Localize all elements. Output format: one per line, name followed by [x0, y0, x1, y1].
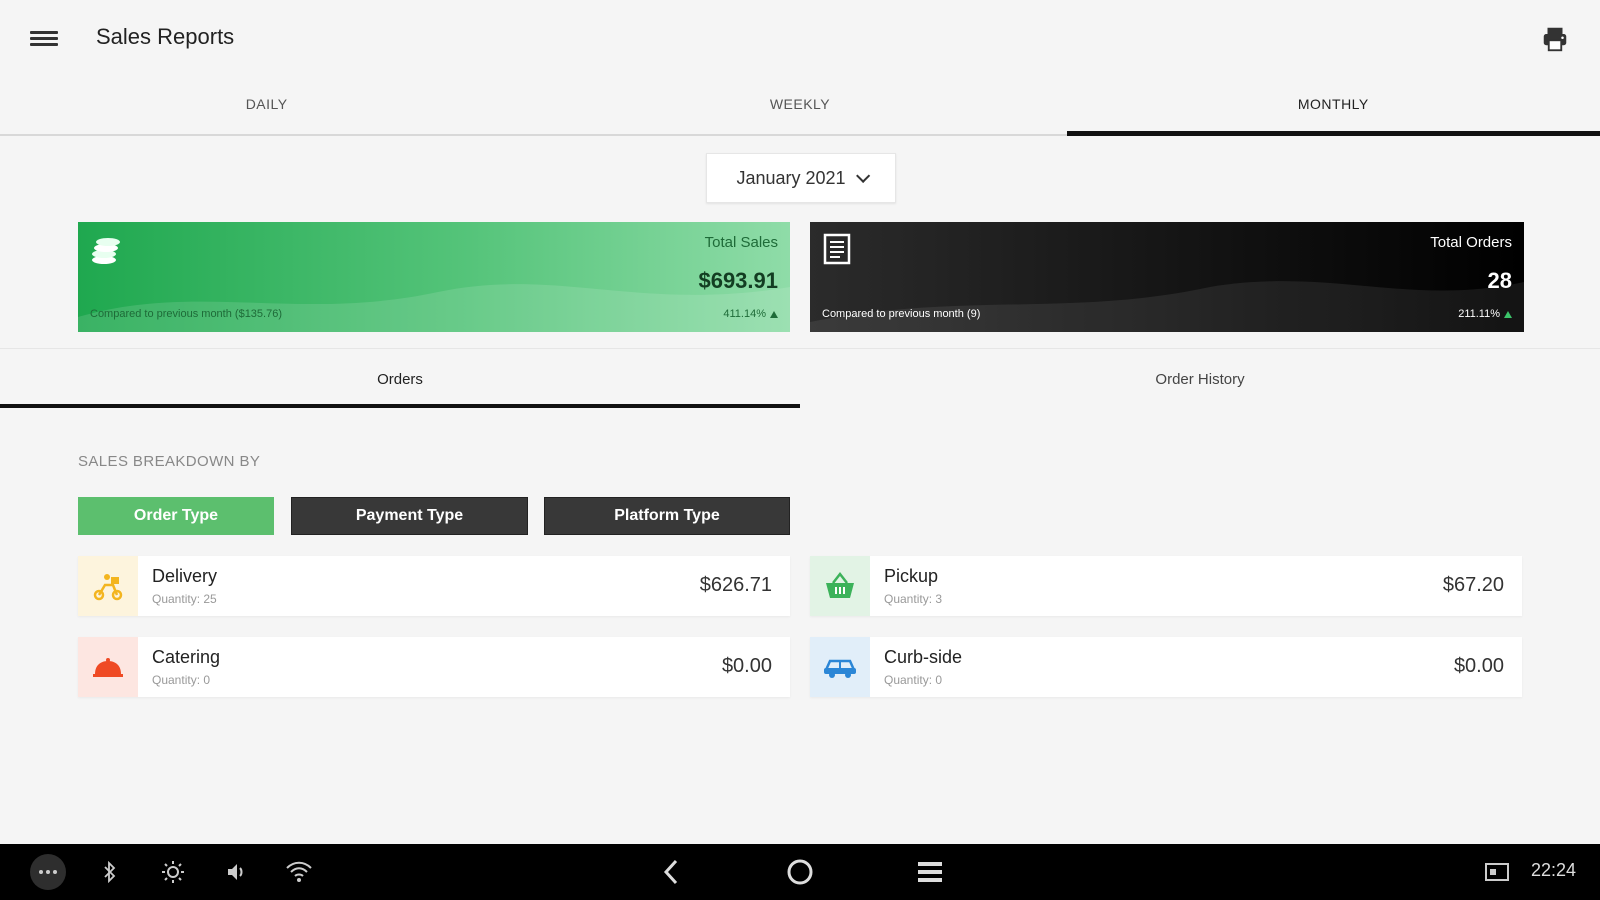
- total-orders-card: Total Orders 28 Compared to previous mon…: [810, 222, 1524, 332]
- tab-weekly[interactable]: WEEKLY: [533, 80, 1066, 134]
- month-dropdown[interactable]: January 2021: [706, 153, 896, 203]
- cloche-icon: [78, 637, 138, 697]
- order-type-curbside[interactable]: Curb-side Quantity: 0 $0.00: [810, 637, 1522, 697]
- basket-icon: [810, 556, 870, 616]
- tab-order-history[interactable]: Order History: [800, 349, 1600, 408]
- total-sales-card: Total Sales $693.91 Compared to previous…: [78, 222, 790, 332]
- wifi-icon[interactable]: [284, 844, 314, 900]
- order-type-name: Delivery: [152, 566, 218, 586]
- screen-icon[interactable]: [1482, 844, 1512, 900]
- total-orders-compare: Compared to previous month (9): [822, 308, 981, 320]
- order-type-delivery[interactable]: Delivery Quantity: 25 $626.71: [78, 556, 790, 616]
- wave-decoration: [810, 281, 1524, 332]
- total-orders-value: 28: [1487, 268, 1512, 293]
- up-arrow-icon: [770, 310, 778, 318]
- order-type-quantity: Quantity: 25: [152, 592, 217, 606]
- total-sales-label: Total Sales: [704, 234, 778, 251]
- app-bar: Sales Reports: [0, 0, 1600, 80]
- tab-monthly[interactable]: MONTHLY: [1066, 80, 1600, 136]
- page-title: Sales Reports: [96, 24, 235, 49]
- order-type-quantity: Quantity: 0: [884, 673, 943, 687]
- month-dropdown-value: January 2021: [736, 167, 846, 188]
- more-icon[interactable]: [28, 844, 68, 900]
- total-sales-compare: Compared to previous month ($135.76): [90, 308, 282, 320]
- receipt-icon: [820, 232, 858, 270]
- order-type-pickup[interactable]: Pickup Quantity: 3 $67.20: [810, 556, 1522, 616]
- order-type-amount: $67.20: [1442, 574, 1504, 596]
- total-orders-pct: 211.11%: [1458, 308, 1500, 320]
- total-sales-pct: 411.14%: [723, 308, 766, 320]
- chevron-down-icon: [855, 168, 870, 183]
- period-tabs: DAILY WEEKLY MONTHLY: [0, 80, 1600, 136]
- tab-orders[interactable]: Orders: [0, 349, 800, 408]
- payment-type-button[interactable]: Payment Type: [291, 497, 528, 535]
- order-type-amount: $0.00: [1453, 655, 1504, 677]
- up-arrow-icon: [1504, 310, 1512, 318]
- total-orders-change: 211.11%: [1458, 308, 1512, 320]
- recents-icon[interactable]: [914, 844, 946, 900]
- wave-decoration: [78, 284, 790, 332]
- coins-icon: [88, 232, 126, 270]
- order-type-quantity: Quantity: 0: [152, 673, 211, 687]
- clock: 22:24: [1530, 860, 1576, 880]
- order-type-name: Catering: [152, 647, 221, 667]
- total-sales-value: $693.91: [698, 268, 778, 293]
- platform-type-button[interactable]: Platform Type: [544, 497, 790, 535]
- print-icon[interactable]: [1540, 24, 1570, 54]
- bluetooth-icon[interactable]: [96, 844, 124, 900]
- order-type-name: Pickup: [884, 566, 939, 586]
- menu-icon[interactable]: [30, 28, 58, 52]
- car-icon: [810, 637, 870, 697]
- order-type-quantity: Quantity: 3: [884, 592, 943, 606]
- order-type-name: Curb-side: [884, 647, 963, 667]
- home-icon[interactable]: [784, 844, 816, 900]
- delivery-icon: [78, 556, 138, 616]
- brightness-icon[interactable]: [158, 844, 188, 900]
- section-tabs: Orders Order History: [0, 348, 1600, 408]
- order-type-amount: $626.71: [699, 574, 772, 596]
- total-sales-change: 411.14%: [723, 308, 778, 320]
- volume-icon[interactable]: [222, 844, 252, 900]
- order-type-catering[interactable]: Catering Quantity: 0 $0.00: [78, 637, 790, 697]
- total-orders-label: Total Orders: [1430, 234, 1512, 251]
- system-nav-bar: 22:24: [0, 844, 1600, 900]
- order-type-button[interactable]: Order Type: [78, 497, 274, 535]
- breakdown-heading: SALES BREAKDOWN BY: [78, 453, 261, 470]
- back-icon[interactable]: [656, 844, 686, 900]
- order-type-amount: $0.00: [721, 655, 772, 677]
- tab-daily[interactable]: DAILY: [0, 80, 533, 134]
